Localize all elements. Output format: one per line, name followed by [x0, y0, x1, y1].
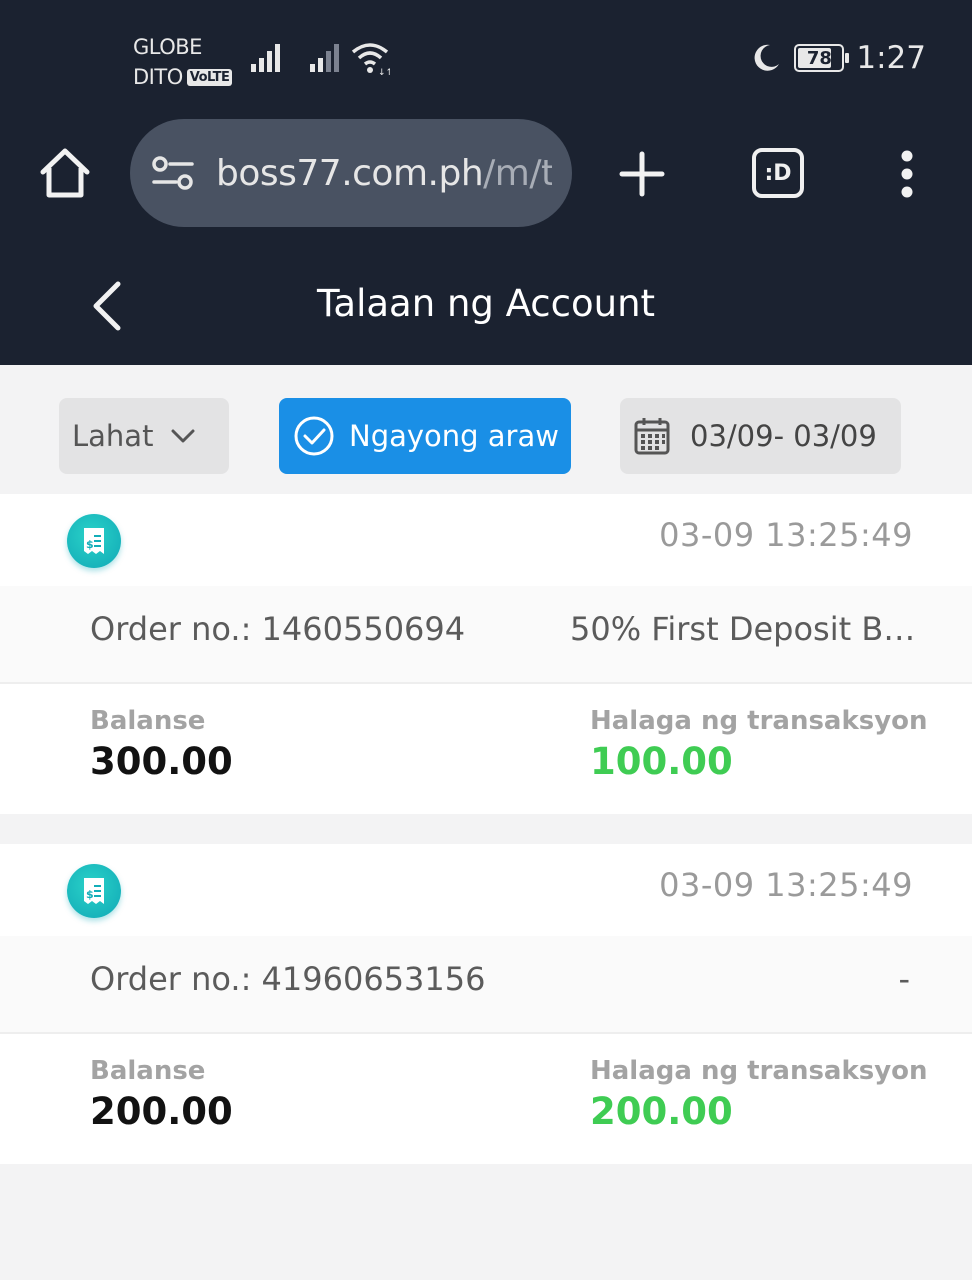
record-header: $ 03-09 13:25:49 — [0, 844, 972, 936]
tab-switcher-icon: :D — [764, 160, 792, 186]
carrier-info: GLOBE DITO VoLTE — [133, 32, 233, 92]
record-header: $ 03-09 13:25:49 — [0, 494, 972, 586]
wifi-icon: ↓↑ — [351, 43, 390, 76]
svg-text:$: $ — [86, 888, 94, 901]
order-number: Order no.: 1460550694 — [90, 610, 466, 648]
url-path: /m/tra — [483, 152, 552, 194]
record-time: 03-09 13:25:49 — [659, 516, 913, 554]
record-description: 50% First Deposit B… — [570, 610, 916, 648]
balance-label: Balanse — [90, 706, 206, 736]
transaction-record[interactable]: $ 03-09 13:25:49 Order no.: 1460550694 5… — [0, 494, 972, 814]
site-settings-icon[interactable] — [152, 156, 194, 190]
page-title: Talaan ng Account — [316, 282, 656, 325]
record-description: - — [898, 960, 910, 998]
signal-icon-2 — [310, 44, 339, 72]
balance-label: Balanse — [90, 1056, 206, 1086]
url-domain: boss77.com.ph — [216, 152, 484, 194]
battery-level: 78 — [806, 47, 832, 69]
carrier-name-2: DITO — [133, 65, 183, 89]
signal-icon — [251, 44, 280, 72]
type-filter-dropdown[interactable]: Lahat — [59, 398, 229, 474]
type-filter-label: Lahat — [72, 419, 154, 453]
chevron-down-icon — [171, 429, 195, 443]
amount-value: 100.00 — [590, 740, 733, 783]
transaction-record[interactable]: $ 03-09 13:25:49 Order no.: 41960653156 … — [0, 844, 972, 1164]
moon-icon — [754, 44, 780, 71]
svg-text:↓↑: ↓↑ — [378, 68, 390, 76]
date-range-label: 03/09- 03/09 — [690, 419, 877, 453]
clock: 1:27 — [856, 40, 926, 76]
order-number: Order no.: 41960653156 — [90, 960, 486, 998]
svg-text:$: $ — [86, 538, 94, 551]
amount-label: Halaga ng transaksyon — [590, 706, 928, 736]
balance-value: 200.00 — [90, 1090, 233, 1133]
record-amounts: Balanse 200.00 Halaga ng transaksyon 200… — [0, 1034, 972, 1164]
status-right: 78 1:27 — [750, 40, 926, 76]
date-range-picker[interactable]: 03/09- 03/09 — [620, 398, 901, 474]
receipt-icon: $ — [67, 514, 121, 568]
record-details: Order no.: 41960653156 - — [0, 936, 972, 1034]
amount-value: 200.00 — [590, 1090, 733, 1133]
calendar-icon — [634, 418, 670, 455]
url-text[interactable]: boss77.com.ph/m/tra — [216, 153, 552, 194]
record-time: 03-09 13:25:49 — [659, 866, 913, 904]
new-tab-icon[interactable] — [618, 150, 666, 198]
carrier-name-1: GLOBE — [133, 35, 202, 59]
tab-switcher-button[interactable]: :D — [752, 148, 804, 198]
today-filter-label: Ngayong araw — [349, 419, 559, 453]
check-circle-icon — [294, 416, 334, 456]
home-icon[interactable] — [38, 146, 92, 200]
more-menu-icon[interactable] — [890, 148, 924, 200]
today-filter-button[interactable]: Ngayong araw — [279, 398, 571, 474]
record-details: Order no.: 1460550694 50% First Deposit … — [0, 586, 972, 684]
address-bar[interactable]: boss77.com.ph/m/tra — [130, 119, 572, 227]
record-amounts: Balanse 300.00 Halaga ng transaksyon 100… — [0, 684, 972, 814]
amount-label: Halaga ng transaksyon — [590, 1056, 928, 1086]
volte-badge: VoLTE — [186, 68, 233, 86]
battery-indicator: 78 — [794, 44, 850, 72]
receipt-icon: $ — [67, 864, 121, 918]
balance-value: 300.00 — [90, 740, 233, 783]
